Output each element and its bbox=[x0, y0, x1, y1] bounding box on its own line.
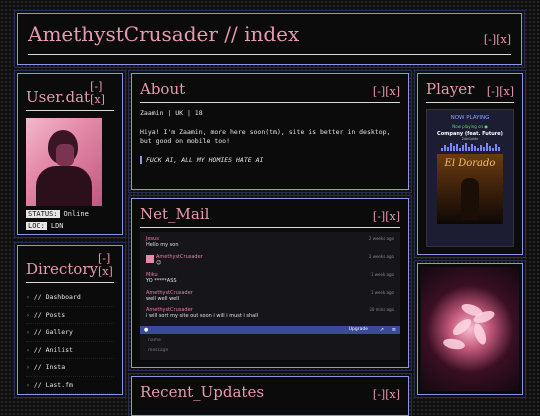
message-text: YO *****ASS bbox=[146, 278, 177, 284]
avatar bbox=[26, 118, 102, 206]
nav-lastfm[interactable]: // Last.fm bbox=[26, 377, 114, 394]
message-time: 1 week ago bbox=[370, 272, 394, 277]
message-text: Hello my son bbox=[146, 242, 179, 248]
about-meta: Zaamin | UK | 18 bbox=[140, 109, 203, 117]
location-value: LDN bbox=[50, 222, 64, 230]
header-titlebar: AmethystCrusader // index [-][x] bbox=[28, 22, 511, 55]
window-controls[interactable]: [-][x] bbox=[90, 80, 114, 106]
header-panel: AmethystCrusader // index [-][x] bbox=[14, 10, 525, 68]
player-panel: Player [-][x] NOW PLAYING Now playing on… bbox=[414, 70, 526, 258]
nav-anilist[interactable]: // Anilist bbox=[26, 342, 114, 359]
avatar bbox=[146, 255, 154, 263]
window-controls[interactable]: [-][x] bbox=[373, 85, 400, 98]
album-cover: El Dorado bbox=[437, 154, 503, 224]
name-input[interactable]: name bbox=[148, 338, 161, 343]
netmail-titlebar: Net_Mail [-][x] bbox=[140, 205, 400, 228]
about-titlebar: About [-][x] bbox=[140, 80, 400, 103]
album-title: El Dorado bbox=[444, 158, 496, 169]
about-text: Hiya! I'm Zaamin, more here soon(tm), si… bbox=[140, 128, 391, 145]
directory-titlebar: Directory [-][x] bbox=[26, 252, 114, 283]
emoji-icon: ☺ bbox=[156, 260, 162, 266]
chat-toolbar: ● Upgrade ↗ ≡ bbox=[140, 326, 400, 334]
about-panel: About [-][x] Zaamin | UK | 18 Hiya! I'm … bbox=[128, 70, 412, 193]
recent-updates-panel: Recent_Updates [-][x] bbox=[128, 373, 412, 416]
window-controls[interactable]: [-][x] bbox=[487, 85, 514, 98]
about-quote: FUCK AI, ALL MY HOMIES HATE AI bbox=[140, 156, 400, 164]
directory-list: // Dashboard // Posts // Gallery // Anil… bbox=[26, 289, 114, 394]
status-row: STATUS: Online bbox=[26, 210, 114, 218]
player-titlebar: Player [-][x] bbox=[426, 80, 514, 103]
now-playing-widget[interactable]: NOW PLAYING Now playing on ● Company (fe… bbox=[426, 109, 514, 247]
message-input[interactable]: message bbox=[148, 348, 168, 353]
via-label: Now playing on bbox=[452, 124, 484, 129]
external-link-icon[interactable]: ↗ bbox=[380, 327, 384, 333]
window-controls[interactable]: [-][x] bbox=[373, 210, 400, 223]
message-text: well well well bbox=[146, 296, 180, 302]
status-value: Online bbox=[63, 210, 89, 218]
location-key: LOC: bbox=[26, 222, 47, 230]
message-time: 2 weeks ago bbox=[368, 236, 394, 241]
message-time: 2 weeks ago bbox=[368, 254, 394, 259]
menu-icon[interactable]: ≡ bbox=[392, 327, 396, 333]
site-title: AmethystCrusader // index bbox=[28, 22, 300, 46]
netmail-panel: Net_Mail [-][x] Jesus 2 weeks ago Hello … bbox=[128, 195, 412, 371]
status-key: STATUS: bbox=[26, 210, 60, 218]
user-icon: ● bbox=[144, 327, 149, 333]
equalizer-icon bbox=[427, 143, 513, 151]
recent-title: Recent_Updates bbox=[140, 383, 265, 401]
nav-gallery[interactable]: // Gallery bbox=[26, 324, 114, 342]
nav-dashboard[interactable]: // Dashboard bbox=[26, 289, 114, 307]
recent-titlebar: Recent_Updates [-][x] bbox=[140, 383, 400, 405]
directory-panel: Directory [-][x] // Dashboard // Posts /… bbox=[14, 242, 126, 398]
flower-image-panel bbox=[414, 260, 526, 398]
now-playing-label: NOW PLAYING bbox=[450, 115, 490, 121]
chat-message: Jesus 2 weeks ago Hello my son bbox=[146, 236, 394, 248]
upgrade-link[interactable]: Upgrade bbox=[349, 327, 368, 332]
user-panel: User.dat [-][x] STATUS: Online LOC: LDN bbox=[14, 70, 126, 238]
netmail-title: Net_Mail bbox=[140, 205, 210, 223]
nav-posts[interactable]: // Posts bbox=[26, 307, 114, 324]
spotify-icon: ● bbox=[484, 124, 488, 129]
location-row: LOC: LDN bbox=[26, 222, 114, 230]
player-title: Player bbox=[426, 80, 475, 98]
window-controls[interactable]: [-][x] bbox=[373, 388, 400, 401]
nav-insta[interactable]: // Insta bbox=[26, 359, 114, 377]
chat-message: AmethystCrusader 30 mins ago i will sort… bbox=[146, 307, 394, 319]
message-text: i will sort my site out soon i will i mu… bbox=[146, 313, 258, 319]
window-controls[interactable]: [-][x] bbox=[484, 33, 511, 46]
chat-box[interactable]: Jesus 2 weeks ago Hello my son AmethystC… bbox=[140, 232, 400, 360]
message-time: 30 mins ago bbox=[369, 307, 394, 312]
chat-message: AmethystCrusader 2 weeks ago ☺ bbox=[146, 254, 394, 266]
chat-message: AmethystCrusader 1 week ago well well we… bbox=[146, 290, 394, 302]
artist-name: 24kGoldn bbox=[461, 137, 479, 141]
flower-image bbox=[421, 267, 519, 391]
directory-title: Directory bbox=[26, 260, 98, 278]
about-title: About bbox=[140, 80, 186, 98]
message-time: 1 week ago bbox=[370, 290, 394, 295]
window-controls[interactable]: [-][x] bbox=[98, 252, 114, 278]
user-title: User.dat bbox=[26, 88, 91, 106]
chat-message: Miku 1 week ago YO *****ASS bbox=[146, 272, 394, 284]
user-titlebar: User.dat [-][x] bbox=[26, 80, 114, 111]
